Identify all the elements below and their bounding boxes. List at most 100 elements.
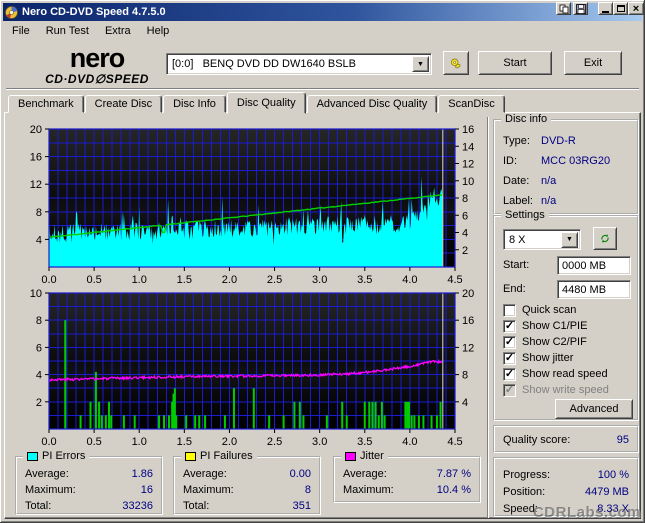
menu-item-file[interactable]: File <box>4 23 38 39</box>
checkbox-box[interactable]: ✓ <box>503 335 516 349</box>
progress-row-value: 100 % <box>597 468 629 481</box>
tab-disc-quality[interactable]: Disc Quality <box>226 92 306 114</box>
svg-text:4: 4 <box>462 228 468 240</box>
svg-text:2.5: 2.5 <box>267 436 282 447</box>
stat-row-label: Maximum: <box>25 483 76 496</box>
drive-hand-button[interactable] <box>443 51 469 75</box>
stat-group-title: PI Failures <box>200 450 253 462</box>
svg-text:3.5: 3.5 <box>357 436 372 447</box>
checkbox-show-jitter[interactable]: ✓ Show jitter <box>503 351 573 365</box>
advanced-button[interactable]: Advanced <box>555 399 633 419</box>
quality-score-label: Quality score: <box>503 433 571 446</box>
svg-text:2.5: 2.5 <box>267 274 282 283</box>
start-field[interactable]: 0000 MB <box>557 256 631 275</box>
svg-text:2.0: 2.0 <box>222 274 237 283</box>
disc-info-value: n/a <box>541 194 557 207</box>
stat-row-label: Maximum: <box>183 483 234 496</box>
svg-text:12: 12 <box>462 342 474 354</box>
svg-text:3.5: 3.5 <box>357 274 372 283</box>
menu-bar: File Run Test Extra Help <box>4 22 641 40</box>
checkbox-show-c1-pie[interactable]: ✓ Show C1/PIE <box>503 319 587 333</box>
settings-title: Settings <box>501 209 549 221</box>
quality-score-group: Quality score: 95 <box>493 425 639 453</box>
svg-text:4: 4 <box>36 234 42 246</box>
checkbox-box[interactable] <box>503 303 516 317</box>
checkbox-show-read-speed[interactable]: ✓ Show read speed <box>503 367 608 381</box>
progress-row-value: 4479 MB <box>584 485 629 498</box>
stat-group-title: Jitter <box>360 450 384 462</box>
svg-text:6: 6 <box>462 210 468 222</box>
svg-text:3.0: 3.0 <box>312 274 327 283</box>
pages-icon <box>559 4 568 13</box>
svg-text:0.5: 0.5 <box>86 274 101 283</box>
menu-item-extra[interactable]: Extra <box>97 23 139 39</box>
menu-item-run-test[interactable]: Run Test <box>38 23 97 39</box>
drive-select-value: [0:0] BENQ DVD DD DW1640 BSLB <box>172 58 357 70</box>
checkbox-box[interactable]: ✓ <box>503 319 516 333</box>
exit-button[interactable]: Exit <box>564 51 622 75</box>
svg-text:16: 16 <box>462 124 474 136</box>
tab-scandisc[interactable]: ScanDisc <box>438 95 505 113</box>
save-button[interactable] <box>573 2 588 15</box>
disc-info-value: MCC 03RG20 <box>541 154 611 167</box>
checkbox-show-write-speed[interactable]: ✓ Show write speed <box>503 383 609 397</box>
stat-group-pi-failures: PI Failures Average: 0.00 Maximum: 8 Total: 35… <box>173 450 321 515</box>
svg-text:10: 10 <box>462 176 474 188</box>
checkbox-box[interactable]: ✓ <box>503 367 516 381</box>
minimize-icon <box>602 10 609 13</box>
checkbox-label: Quick scan <box>522 304 577 316</box>
toolbar-divider <box>6 88 639 90</box>
checkbox-label: Show C2/PIF <box>522 336 587 348</box>
tab-advanced-disc-quality[interactable]: Advanced Disc Quality <box>306 95 438 113</box>
checkbox-show-c2-pif[interactable]: ✓ Show C2/PIF <box>503 335 587 349</box>
tab-benchmark[interactable]: Benchmark <box>8 95 84 113</box>
drive-select[interactable]: [0:0] BENQ DVD DD DW1640 BSLB ▼ <box>166 53 432 75</box>
svg-text:0.0: 0.0 <box>41 274 56 283</box>
disc-info-row-id: ID: MCC 03RG20 <box>503 153 629 168</box>
end-field[interactable]: 4480 MB <box>557 280 631 299</box>
refresh-button[interactable] <box>593 227 617 250</box>
stat-row-label: Average: <box>343 467 387 480</box>
disc-info-value: n/a <box>541 174 557 187</box>
copy-button[interactable] <box>556 2 571 15</box>
app-disc-icon <box>5 5 18 19</box>
start-field-label: Start: <box>503 259 530 271</box>
stat-row-total: Total: 33236 <box>25 498 153 513</box>
progress-row-value: 8.33 X <box>597 502 629 515</box>
minimize-button[interactable] <box>598 2 613 15</box>
checkbox-box[interactable]: ✓ <box>503 383 516 397</box>
tab-create-disc[interactable]: Create Disc <box>84 95 163 113</box>
stat-row-value: 33236 <box>122 499 153 512</box>
disc-info-row-label: Label: n/a <box>503 193 629 208</box>
speed-select-arrow[interactable]: ▼ <box>561 231 578 248</box>
stat-group-jitter: Jitter Average: 7.87 % Maximum: 10.4 % <box>333 450 481 503</box>
stat-row-value: 10.4 % <box>436 483 471 496</box>
floppy-icon <box>575 3 586 14</box>
maximize-button[interactable] <box>613 2 628 15</box>
svg-text:10: 10 <box>30 288 42 300</box>
svg-text:4.0: 4.0 <box>402 274 417 283</box>
progress-row-label: Position: <box>503 485 546 498</box>
progress-row-label: Progress: <box>503 468 551 481</box>
svg-text:1.0: 1.0 <box>132 436 147 447</box>
end-field-label: End: <box>503 283 526 295</box>
close-button[interactable]: × <box>628 2 644 15</box>
nero-logo: nero CD·DVD∅SPEED <box>22 45 172 86</box>
stat-group-legend: PI Errors <box>23 450 90 462</box>
checkbox-label: Show read speed <box>522 368 608 380</box>
disc-info-group: Disc info Type: DVD-R ID: MCC 03RG20 Date: n/… <box>493 113 639 215</box>
stat-row-label: Total: <box>25 499 52 512</box>
hand-disc-icon <box>451 58 461 69</box>
svg-text:1.0: 1.0 <box>132 274 147 283</box>
checkbox-box[interactable]: ✓ <box>503 351 516 365</box>
speed-select[interactable]: 8 X ▼ <box>503 229 581 250</box>
disc-quality-tab-page: 0.0 0.5 1.0 1.5 2.0 2.5 3.0 3.5 4.0 4.5 4 8 12 16 20 2 4… <box>4 112 641 519</box>
drive-select-arrow[interactable]: ▼ <box>412 56 429 72</box>
menu-item-help[interactable]: Help <box>139 23 178 39</box>
start-button[interactable]: Start <box>478 51 552 75</box>
svg-text:2.0: 2.0 <box>222 436 237 447</box>
tab-disc-info[interactable]: Disc Info <box>163 95 226 113</box>
maximize-icon <box>616 5 625 12</box>
checkbox-quick-scan[interactable]: Quick scan <box>503 303 576 317</box>
start-field-value: 0000 MB <box>562 259 607 272</box>
